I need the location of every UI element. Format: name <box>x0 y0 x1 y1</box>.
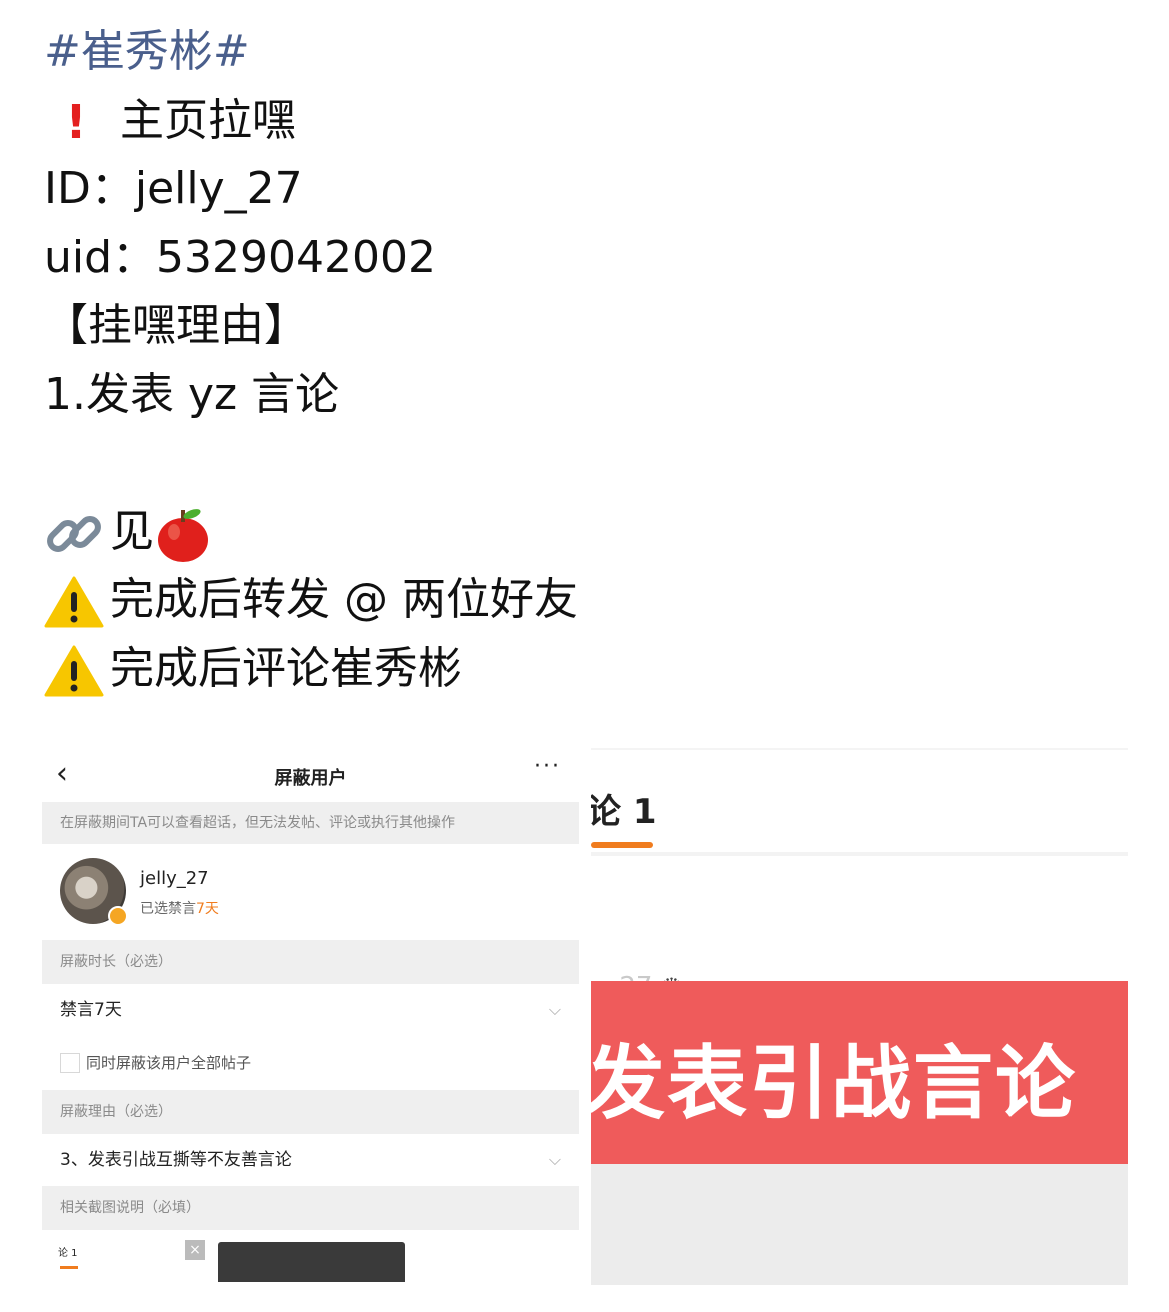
top-divider <box>591 748 1128 750</box>
apple-icon <box>158 508 208 562</box>
warn-text-2: 完成后评论崔秀彬 <box>110 642 462 694</box>
reason-select[interactable]: 3、发表引战互撕等不友善言论 ⌵ <box>42 1134 579 1186</box>
grey-area <box>591 1164 1128 1285</box>
warn-line-1: 完成后转发 @ 两位好友 <box>44 566 1134 635</box>
duration-value: 禁言7天 <box>60 1000 122 1020</box>
attachment-thumbnails: 论 1 × <box>42 1230 579 1285</box>
warning-icon <box>44 645 104 696</box>
reason-item-1: 1.发表 yz 言论 <box>44 368 340 420</box>
alert-line: ! 主页拉嘿 <box>44 87 1134 156</box>
alert-text: 主页拉嘿 <box>120 94 296 146</box>
link-icon <box>47 515 101 552</box>
warn-line-2: 完成后评论崔秀彬 <box>44 635 1134 704</box>
more-icon[interactable]: ··· <box>534 754 561 779</box>
username: jelly_27 <box>140 868 209 889</box>
tab-underline <box>591 842 653 848</box>
screenshot-section-header: 相关截图说明（必填） <box>42 1186 579 1230</box>
remove-attachment-icon[interactable]: × <box>185 1240 205 1260</box>
block-user-screenshot[interactable]: ‹ 屏蔽用户 ··· 在屏蔽期间TA可以查看超话，但无法发帖、评论或执行其他操作… <box>42 744 579 1285</box>
page-title: 屏蔽用户 <box>274 768 347 789</box>
attachment-thumbnail[interactable] <box>218 1242 405 1282</box>
uid-line: uid：5329042002 <box>44 231 436 283</box>
chevron-down-icon: ⌵ <box>548 1000 561 1019</box>
hashtag-link[interactable]: #崔秀彬# <box>44 26 250 77</box>
warn-text-1: 完成后转发 @ 两位好友 <box>110 574 578 625</box>
warning-icon <box>44 576 104 628</box>
user-card: jelly_27 已选禁言7天 <box>42 844 579 940</box>
duration-select[interactable]: 禁言7天 ⌵ <box>42 984 579 1036</box>
link-line: 见 <box>44 498 1134 567</box>
exclamation-icon: ! <box>65 95 87 150</box>
duration-section-header: 屏蔽时长（必选） <box>42 940 579 984</box>
reason-section-header: 屏蔽理由（必选） <box>42 1090 579 1134</box>
id-line: ID：jelly_27 <box>44 163 303 214</box>
nav-bar: ‹ 屏蔽用户 ··· <box>42 744 579 802</box>
attachment-thumbnail[interactable]: 论 1 <box>58 1244 188 1285</box>
block-status: 已选禁言7天 <box>140 898 219 918</box>
hashtag-line: #崔秀彬# <box>44 18 1134 87</box>
comment-evidence-screenshot[interactable]: 论 1 y_27 ♛ 发表引战言论 <box>591 748 1128 1285</box>
chevron-down-icon: ⌵ <box>548 1150 561 1169</box>
comments-tab[interactable]: 论 1 <box>591 784 657 833</box>
also-block-posts-checkbox[interactable]: 同时屏蔽该用户全部帖子 <box>42 1036 579 1090</box>
thumb-underline <box>60 1266 78 1269</box>
divider <box>591 852 1128 856</box>
link-text: 见 <box>110 505 154 557</box>
reason-value: 3、发表引战互撕等不友善言论 <box>60 1150 292 1170</box>
block-notice: 在屏蔽期间TA可以查看超话，但无法发帖、评论或执行其他操作 <box>42 802 579 844</box>
highlight-banner: 发表引战言论 <box>591 981 1128 1164</box>
status-value: 7天 <box>196 901 219 917</box>
avatar <box>60 858 128 926</box>
verified-badge-icon <box>108 906 128 926</box>
thumb-text: 论 1 <box>58 1248 78 1259</box>
banner-text: 发表引战言论 <box>591 1037 1077 1130</box>
status-prefix: 已选禁言 <box>140 901 196 917</box>
post-body: #崔秀彬# ! 主页拉嘿 ID：jelly_27 uid：5329042002 … <box>44 18 1134 703</box>
reason-header: 【挂嘿理由】 <box>44 300 308 351</box>
also-block-label: 同时屏蔽该用户全部帖子 <box>86 1054 252 1072</box>
checkbox-box[interactable] <box>60 1053 80 1073</box>
